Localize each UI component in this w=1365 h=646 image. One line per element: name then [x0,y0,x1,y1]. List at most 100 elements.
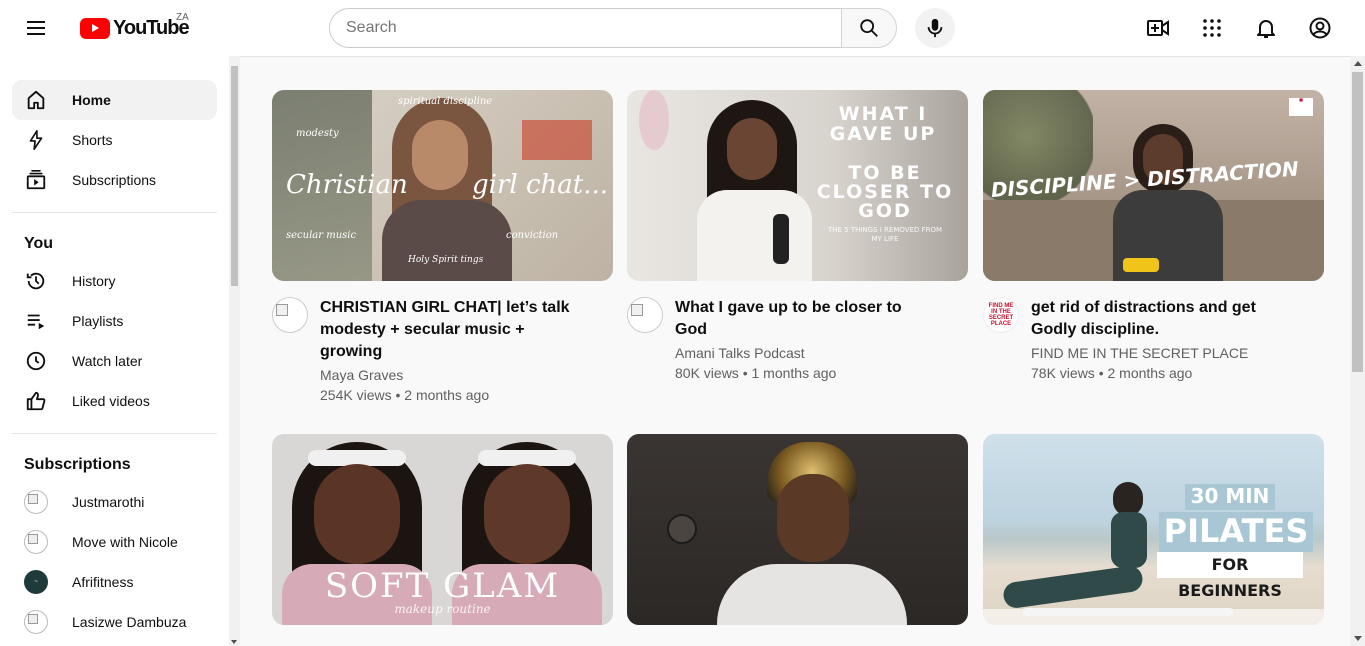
video-thumbnail[interactable]: ■ DISCIPLINE > DISTRACTION [983,90,1324,281]
youtube-logo[interactable]: YouTube ZA [80,12,190,40]
country-code: ZA [176,12,189,23]
video-stats: 80K views • 1 months ago [675,365,837,381]
subscription-label: Move with Nicole [72,534,178,550]
thumbnail-tag: modesty [296,128,339,139]
home-icon [24,88,48,112]
sidebar-divider [12,212,217,213]
page-scrollbar[interactable] [1350,56,1365,646]
shorts-icon [24,128,48,152]
subscription-label: Lasizwe Dambuza [72,614,187,630]
page-scrollbar-thumb[interactable] [1352,72,1363,372]
video-card[interactable]: 30 MIN PILATES FOR BEGINNERS [983,434,1324,625]
sidebar-item-watch-later[interactable]: Watch later [12,341,217,381]
video-thumbnail[interactable]: Christian girl chat... spiritual discipl… [272,90,613,281]
thumbnail-text: TO BE CLOSER TO GOD [816,162,954,222]
thumbnail-text: WHAT I GAVE UP [829,103,937,145]
sidebar-item-label: Shorts [72,132,113,148]
video-card[interactable]: Christian girl chat... spiritual discipl… [272,90,613,405]
sidebar-item-label: Watch later [72,353,143,369]
video-meta: What I gave up to be closer to God Amani… [627,297,968,383]
video-thumbnail[interactable]: 30 MIN PILATES FOR BEGINNERS [983,434,1324,625]
sidebar-item-label: Liked videos [72,393,150,409]
scroll-down-arrow-icon[interactable] [231,640,237,644]
channel-avatar[interactable]: FIND ME IN THE SECRET PLACE [983,297,1019,333]
channel-name[interactable]: Maya Graves [320,365,590,385]
video-card[interactable] [627,434,968,625]
thumbnail-tag: Holy Spirit tings [408,255,484,265]
thumbnail-text: SOFT GLAM [324,566,561,606]
sidebar-item-label: Subscriptions [72,172,157,188]
video-stats: 254K views • 2 months ago [320,387,490,403]
channel-avatar: ~ [24,570,48,594]
video-card[interactable]: ■ DISCIPLINE > DISTRACTION FIND ME IN TH… [983,90,1324,383]
video-grid: Christian girl chat... spiritual discipl… [240,56,1350,646]
thumbs-up-icon [24,389,48,413]
subscription-item[interactable]: ~ Afrifitness [12,562,217,602]
scroll-up-arrow-icon[interactable] [1354,61,1362,66]
thumbnail-text: girl chat... [472,170,609,200]
sidebar-item-playlists[interactable]: Playlists [12,301,217,341]
video-stats: 78K views • 2 months ago [1031,365,1193,381]
voice-search-button[interactable] [915,8,955,48]
apps-button[interactable] [1192,8,1232,48]
channel-avatar-text: FIND ME IN THE SECRET PLACE [988,303,1014,327]
thumbnail-tag: spiritual discipline [398,96,493,107]
watch-later-icon [24,349,48,373]
top-bar: YouTube ZA [0,0,1365,56]
thumbnail-text: Christian [286,170,408,200]
sidebar-item-shorts[interactable]: Shorts [12,120,217,160]
microphone-icon [927,18,943,38]
thumbnail-text: FOR BEGINNERS [1178,555,1282,600]
you-section-title[interactable]: You [12,225,217,261]
channel-avatar [24,490,48,514]
account-button[interactable] [1300,8,1340,48]
video-title[interactable]: What I gave up to be closer to God [675,297,905,341]
sidebar-item-history[interactable]: History [12,261,217,301]
create-video-icon [1147,20,1169,36]
video-title[interactable]: CHRISTIAN GIRL CHAT| let’s talk modesty … [320,297,590,363]
youtube-play-icon [80,17,110,39]
channel-name[interactable]: Amani Talks Podcast [675,343,905,363]
apps-grid-icon [1203,19,1221,37]
sidebar-item-label: Playlists [72,313,124,329]
search-button[interactable] [841,8,897,48]
sidebar-item-liked-videos[interactable]: Liked videos [12,381,217,421]
subscription-label: Justmarothi [72,494,145,510]
channel-avatar[interactable] [272,297,308,333]
video-meta: CHRISTIAN GIRL CHAT| let’s talk modesty … [272,297,613,405]
subscription-item[interactable]: Justmarothi [12,482,217,522]
create-button[interactable] [1138,8,1178,48]
thumbnail-subtext: makeup routine [394,602,491,616]
video-thumbnail[interactable]: SOFT GLAM makeup routine [272,434,613,625]
video-thumbnail[interactable]: WHAT I GAVE UP TO BE CLOSER TO GOD THE 5… [627,90,968,281]
video-card[interactable]: SOFT GLAM makeup routine [272,434,613,625]
account-icon [1309,17,1331,39]
sidebar-item-home[interactable]: Home [12,80,217,120]
thumbnail-text: 30 MIN [1190,484,1270,508]
search-bar [329,8,897,48]
sidebar-item-label: History [72,273,116,289]
sidebar-scrollbar-thumb[interactable] [231,66,238,286]
bell-icon [1257,20,1275,38]
sidebar-scrollbar[interactable] [229,56,240,646]
channel-name[interactable]: FIND ME IN THE SECRET PLACE [1031,343,1301,363]
video-thumbnail[interactable] [627,434,968,625]
video-card[interactable]: WHAT I GAVE UP TO BE CLOSER TO GOD THE 5… [627,90,968,383]
subscription-item[interactable]: Move with Nicole [12,522,217,562]
notifications-button[interactable] [1246,8,1286,48]
subscription-item[interactable]: Lasizwe Dambuza [12,602,217,642]
search-input[interactable] [329,8,841,48]
playlists-icon [24,309,48,333]
scroll-down-arrow-icon[interactable] [1354,636,1362,641]
video-details: get rid of distractions and get Godly di… [1031,297,1301,383]
sidebar-item-label: Home [72,92,111,108]
channel-avatar[interactable] [627,297,663,333]
sidebar-item-subscriptions[interactable]: Subscriptions [12,160,217,200]
menu-icon[interactable] [16,8,56,48]
subscriptions-section-title: Subscriptions [24,456,131,473]
subscriptions-icon [24,168,48,192]
sidebar-divider [12,433,217,434]
sidebar: Home Shorts Subscriptions You History Pl… [0,56,229,646]
video-title[interactable]: get rid of distractions and get Godly di… [1031,297,1301,341]
channel-avatar [24,530,48,554]
